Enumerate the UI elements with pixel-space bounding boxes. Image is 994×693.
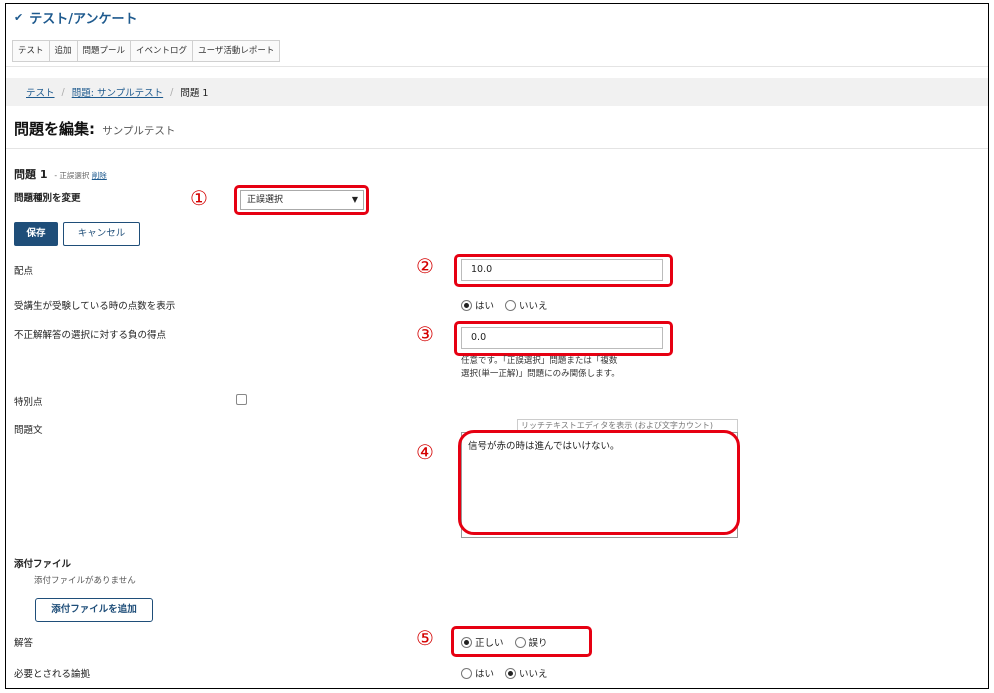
save-button[interactable]: 保存 <box>14 222 58 246</box>
app-title-text: テスト/アンケート <box>29 12 138 27</box>
show-points-radio-group: はい いいえ <box>461 298 556 312</box>
radio-empty-icon <box>505 300 517 311</box>
question-type-text: - 正誤選択 <box>54 171 90 180</box>
rationale-no-label: いいえ <box>519 669 548 680</box>
tab-add[interactable]: 追加 <box>49 41 78 61</box>
breadcrumb-current: 問題 1 <box>180 88 209 99</box>
question-title: 問題 1 - 正誤選択 削除 <box>14 166 107 182</box>
breadcrumb-link-test[interactable]: テスト <box>26 85 55 99</box>
breadcrumb: テスト / 問題: サンプルテスト / 問題 1 <box>6 78 988 106</box>
question-number: 問題 1 <box>14 168 48 181</box>
annotation-2: ② <box>416 254 434 278</box>
extra-credit-label: 特別点 <box>14 397 43 408</box>
app-title: ✔ テスト/アンケート <box>14 8 137 27</box>
add-attachment-button[interactable]: 添付ファイルを追加 <box>35 598 153 622</box>
tab-question-pool[interactable]: 問題プール <box>77 41 132 61</box>
radio-selected-icon <box>505 668 517 679</box>
radio-empty-icon <box>461 668 472 679</box>
answer-true-label: 正しい <box>475 638 504 649</box>
answer-false[interactable]: 誤り <box>514 637 548 649</box>
negative-points-input[interactable]: 0.0 <box>461 327 663 349</box>
radio-selected-icon <box>461 637 472 648</box>
negative-points-label: 不正解解答の選択に対する負の得点 <box>14 330 167 341</box>
show-points-no-label: いいえ <box>519 301 548 312</box>
checkmark-icon: ✔ <box>14 11 24 24</box>
chevron-down-icon: ▼ <box>351 195 359 204</box>
change-type-label: 問題種別を変更 <box>14 193 81 204</box>
radio-empty-icon <box>514 637 526 648</box>
attachments-label: 添付ファイル <box>14 559 72 570</box>
breadcrumb-separator: / <box>61 86 65 98</box>
show-points-no[interactable]: いいえ <box>505 300 548 312</box>
extra-credit-checkbox[interactable] <box>236 394 247 405</box>
answer-false-label: 誤り <box>528 638 548 649</box>
annotation-box-4 <box>458 430 740 535</box>
divider <box>6 148 988 149</box>
points-label: 配点 <box>14 266 34 277</box>
question-type-select[interactable]: 正誤選択 ▼ <box>240 190 364 210</box>
rationale-label: 必要とされる論拠 <box>14 669 91 680</box>
tab-user-activity[interactable]: ユーザ活動レポート <box>193 41 280 61</box>
radio-selected-icon <box>461 300 472 311</box>
page-title-text: 問題を編集: <box>14 120 95 138</box>
show-points-yes[interactable]: はい <box>461 300 495 312</box>
annotation-4: ④ <box>416 440 434 464</box>
question-text-label: 問題文 <box>14 425 43 436</box>
points-input[interactable]: 10.0 <box>461 259 663 281</box>
negative-points-help: 任意です。「正誤選択」問題または「複数 選択(単一正解)」問題にのみ関係します。 <box>461 355 620 381</box>
no-attachments-text: 添付ファイルがありません <box>34 576 136 586</box>
question-type-value: 正誤選択 <box>247 195 284 205</box>
rationale-radio-group: はい いいえ <box>461 666 556 680</box>
answer-true[interactable]: 正しい <box>461 637 504 649</box>
annotation-1: ① <box>190 186 208 210</box>
tab-event-log[interactable]: イベントログ <box>131 41 194 61</box>
rationale-yes[interactable]: はい <box>461 668 495 680</box>
rationale-yes-label: はい <box>475 669 495 680</box>
show-points-yes-label: はい <box>475 301 495 312</box>
page-title: 問題を編集: サンプルテスト <box>14 118 175 139</box>
question-type-note: - 正誤選択 削除 <box>54 171 106 180</box>
answer-label: 解答 <box>14 638 34 649</box>
annotation-5: ⑤ <box>416 626 434 650</box>
help-line-2: 選択(単一正解)」問題にのみ関係します。 <box>461 369 620 379</box>
rationale-no[interactable]: いいえ <box>505 668 548 680</box>
tool-tabs: テスト 追加 問題プール イベントログ ユーザ活動レポート <box>12 40 281 62</box>
page-subtitle: サンプルテスト <box>102 125 176 137</box>
breadcrumb-separator: / <box>170 86 174 98</box>
delete-question-link[interactable]: 削除 <box>92 171 107 180</box>
annotation-3: ③ <box>416 322 434 346</box>
divider <box>6 66 988 67</box>
breadcrumb-link-questions[interactable]: 問題: サンプルテスト <box>72 85 163 99</box>
show-points-label: 受講生が受験している時の点数を表示 <box>14 301 176 312</box>
tab-test[interactable]: テスト <box>13 41 50 61</box>
cancel-button[interactable]: キャンセル <box>63 222 140 246</box>
help-line-1: 任意です。「正誤選択」問題または「複数 <box>461 356 618 366</box>
answer-radio-group: 正しい 誤り <box>461 635 556 649</box>
